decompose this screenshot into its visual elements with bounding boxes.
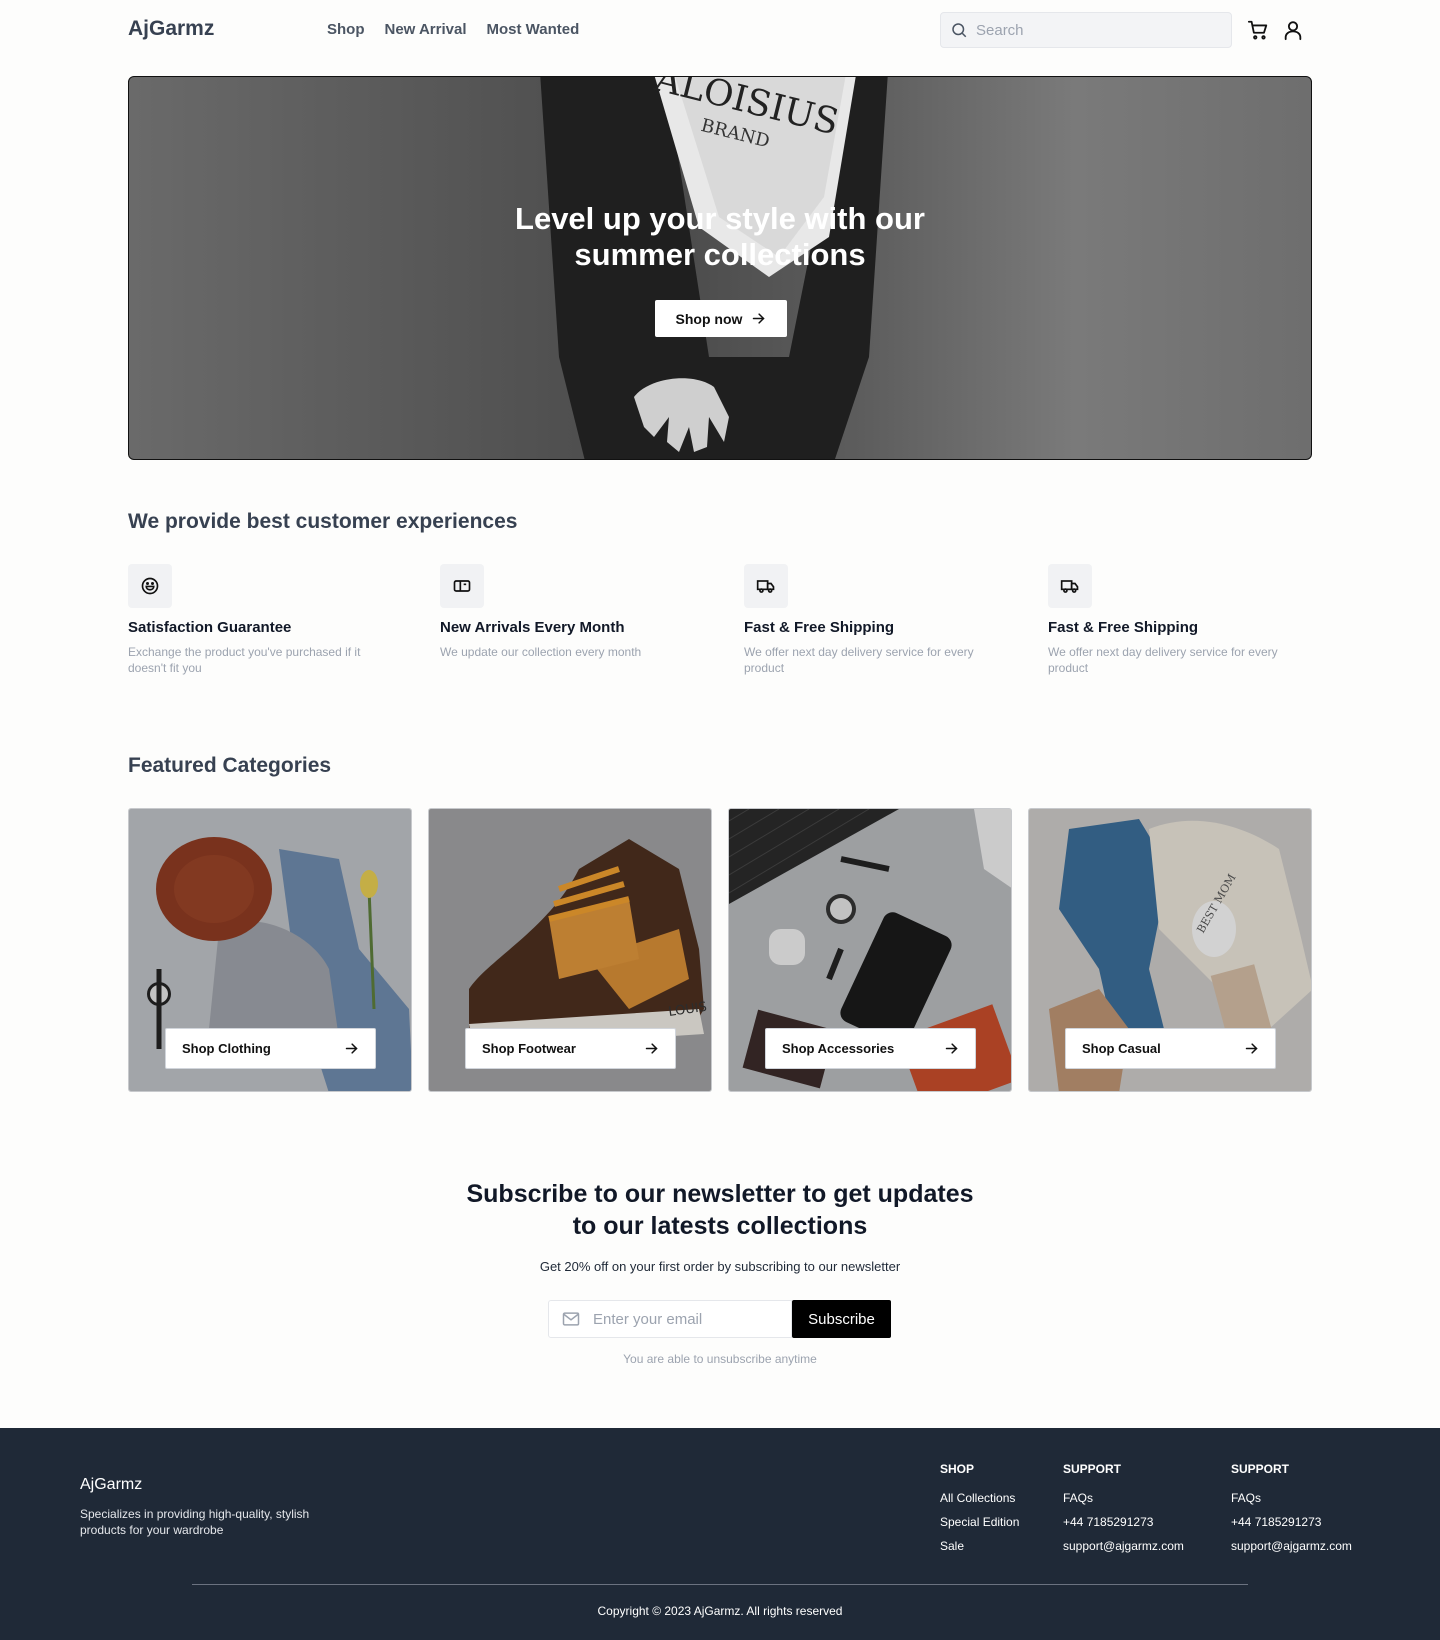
feature-title: Fast & Free Shipping <box>744 619 895 636</box>
footer-link[interactable]: FAQs <box>1063 1490 1184 1506</box>
category-casual[interactable]: BEST MOM Shop Casual <box>1028 808 1312 1092</box>
shop-accessories-button[interactable]: Shop Accessories <box>765 1028 976 1069</box>
email-field[interactable] <box>548 1300 792 1338</box>
shop-now-button[interactable]: Shop now <box>655 300 787 337</box>
arrow-right-icon <box>753 313 765 324</box>
arrow-right-icon <box>645 1043 658 1054</box>
site-footer: AjGarmz Specializes in providing high-qu… <box>0 1428 1440 1640</box>
shop-casual-button[interactable]: Shop Casual <box>1065 1028 1276 1069</box>
arrow-right-icon <box>345 1043 358 1054</box>
mail-icon <box>562 1312 580 1326</box>
main-nav: Shop New Arrival Most Wanted <box>327 21 579 38</box>
feature-title: Fast & Free Shipping <box>1048 619 1199 636</box>
footer-column-title: SUPPORT <box>1063 1462 1122 1476</box>
footer-column-title: SUPPORT <box>1231 1462 1290 1476</box>
site-header: AjGarmz Shop New Arrival Most Wanted <box>0 0 1440 60</box>
shop-clothing-button[interactable]: Shop Clothing <box>165 1028 376 1069</box>
newsletter-form: Subscribe <box>548 1300 891 1338</box>
user-icon[interactable] <box>1282 19 1304 41</box>
feature-shipping-2: Fast & Free Shipping We offer next day d… <box>1048 564 1318 676</box>
feature-new-arrivals: New Arrivals Every Month We update our c… <box>440 564 710 660</box>
footer-link[interactable]: All Collections <box>940 1490 1019 1506</box>
subscribe-button[interactable]: Subscribe <box>792 1300 891 1338</box>
search-input[interactable] <box>976 21 1216 39</box>
footer-logo[interactable]: AjGarmz <box>80 1476 142 1494</box>
nav-shop[interactable]: Shop <box>327 21 365 38</box>
experiences-title: We provide best customer experiences <box>128 510 518 533</box>
category-label: Shop Casual <box>1082 1041 1161 1056</box>
truck-icon <box>1060 580 1079 593</box>
feature-satisfaction: Satisfaction Guarantee Exchange the prod… <box>128 564 398 676</box>
site-logo[interactable]: AjGarmz <box>128 17 214 41</box>
feature-title: New Arrivals Every Month <box>440 619 625 636</box>
nav-new-arrival[interactable]: New Arrival <box>385 21 467 38</box>
cart-icon[interactable] <box>1247 19 1269 41</box>
category-accessories[interactable]: Shop Accessories <box>728 808 1012 1092</box>
footer-link[interactable]: support@ajgarmz.com <box>1231 1538 1352 1554</box>
shop-footwear-button[interactable]: Shop Footwear <box>465 1028 676 1069</box>
feature-desc: We offer next day delivery service for e… <box>1048 645 1278 675</box>
footer-link[interactable]: FAQs <box>1231 1490 1352 1506</box>
feature-desc: We offer next day delivery service for e… <box>744 645 974 675</box>
footer-link[interactable]: +44 7185291273 <box>1231 1514 1352 1530</box>
shop-now-label: Shop now <box>675 310 743 327</box>
footer-column-title: SHOP <box>940 1462 975 1476</box>
newsletter-subtitle: Get 20% off on your first order by subsc… <box>539 1259 901 1274</box>
footer-link[interactable]: +44 7185291273 <box>1063 1514 1184 1530</box>
arrow-right-icon <box>1245 1043 1258 1054</box>
nav-most-wanted[interactable]: Most Wanted <box>486 21 579 38</box>
hero-title: Level up your style with our summer colle… <box>515 201 925 272</box>
footer-column-shop: SHOP All Collections Special Edition Sal… <box>940 1462 1019 1562</box>
category-label: Shop Accessories <box>782 1041 895 1056</box>
arrow-right-icon <box>945 1043 958 1054</box>
category-label: Shop Clothing <box>182 1041 271 1056</box>
categories-title: Featured Categories <box>128 754 332 777</box>
category-clothing[interactable]: Shop Clothing <box>128 808 412 1092</box>
truck-icon <box>756 580 775 593</box>
footer-link[interactable]: Sale <box>940 1538 1019 1554</box>
feature-desc: We update our collection every month <box>440 645 642 659</box>
feature-title: Satisfaction Guarantee <box>128 619 292 636</box>
feature-shipping-1: Fast & Free Shipping We offer next day d… <box>744 564 1014 676</box>
feature-desc: Exchange the product you've purchased if… <box>128 645 361 675</box>
footer-column-support-2: SUPPORT FAQs +44 7185291273 support@ajga… <box>1231 1462 1352 1562</box>
footer-column-support-1: SUPPORT FAQs +44 7185291273 support@ajga… <box>1063 1462 1184 1562</box>
category-footwear[interactable]: LOUIS Shop Footwear <box>428 808 712 1092</box>
search-icon <box>952 23 967 38</box>
category-label: Shop Footwear <box>482 1041 576 1056</box>
search-box[interactable] <box>940 12 1232 48</box>
footer-divider <box>192 1584 1248 1585</box>
ticket-icon <box>453 580 471 592</box>
copyright: Copyright © 2023 AjGarmz. All rights res… <box>597 1604 843 1618</box>
newsletter-title: Subscribe to our newsletter to get updat… <box>466 1180 974 1240</box>
footer-description: Specializes in providing high-quality, s… <box>80 1507 310 1537</box>
footer-link[interactable]: Special Edition <box>940 1514 1019 1530</box>
hero-banner: ALOISIUS BRAND Level up your style with … <box>128 76 1312 460</box>
footer-link[interactable]: support@ajgarmz.com <box>1063 1538 1184 1554</box>
unsubscribe-note: You are able to unsubscribe anytime <box>623 1352 817 1366</box>
smile-icon <box>141 577 159 595</box>
email-input[interactable] <box>593 1310 783 1328</box>
